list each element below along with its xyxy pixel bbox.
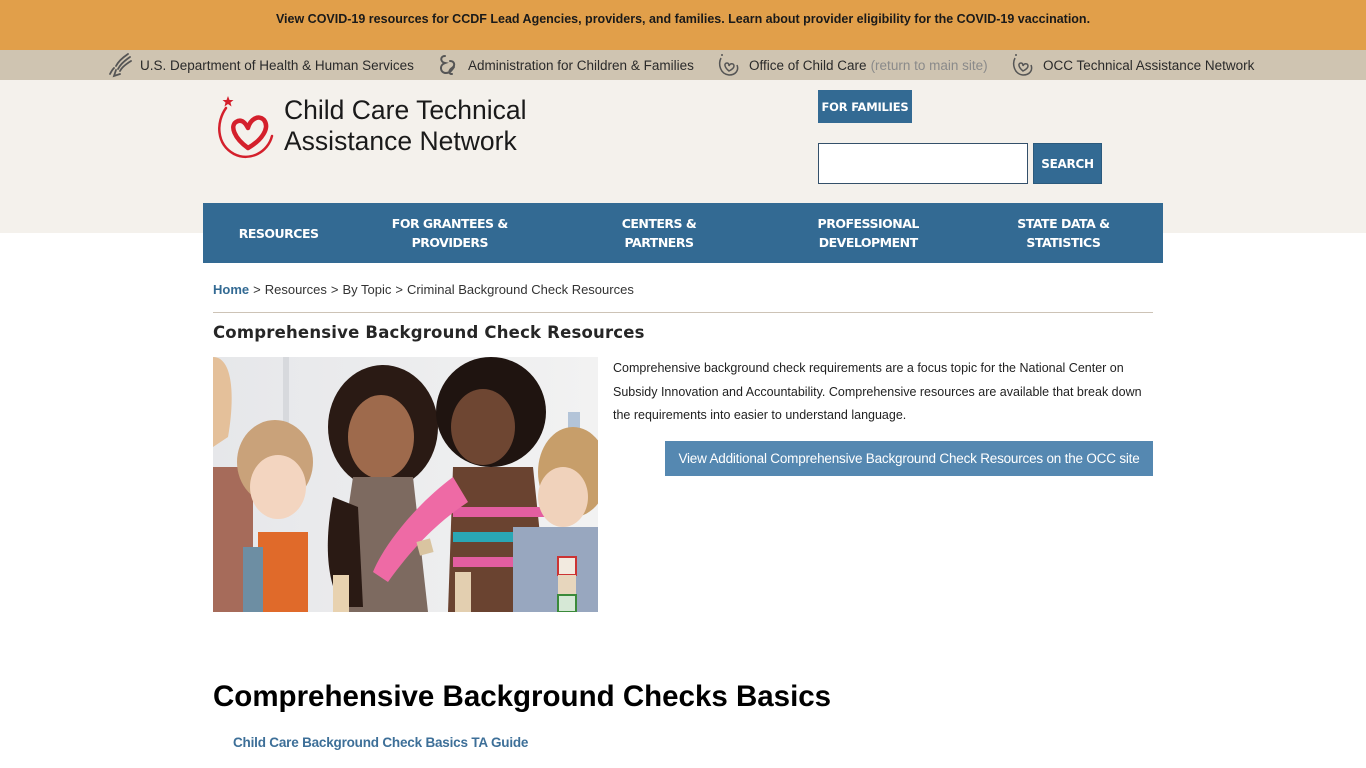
agency-link-occ[interactable]: Office of Child Care (return to main sit… <box>716 50 988 80</box>
breadcrumb-separator: > <box>395 282 403 297</box>
hero-image <box>213 357 598 612</box>
covid-alert-bar: View COVID-19 resources for CCDF Lead Ag… <box>0 0 1366 50</box>
agency-label: U.S. Department of Health & Human Servic… <box>140 57 414 73</box>
covid-alert-link[interactable]: View COVID-19 resources for CCDF Lead Ag… <box>276 12 1090 26</box>
breadcrumb-resources: Resources <box>264 282 327 297</box>
return-to-main-site: (return to main site) <box>870 57 988 73</box>
breadcrumb-separator: > <box>330 282 339 297</box>
logo-text: Child Care Technical Assistance Network <box>284 95 527 157</box>
agency-link-occ-ta-network[interactable]: OCC Technical Assistance Network <box>1010 50 1254 80</box>
nav-resources[interactable]: RESOURCES <box>203 203 354 263</box>
agency-link-acf[interactable]: Administration for Children & Families <box>436 50 694 80</box>
nav-state-data-statistics[interactable]: STATE DATA & STATISTICS <box>964 203 1163 263</box>
breadcrumb-divider <box>213 312 1153 313</box>
nav-centers-partners[interactable]: CENTERS & PARTNERS <box>545 203 772 263</box>
basics-heading: Comprehensive Background Checks Basics <box>213 680 832 713</box>
agency-link-hhs[interactable]: U.S. Department of Health & Human Servic… <box>108 50 414 80</box>
search-button[interactable]: SEARCH <box>1033 143 1102 184</box>
hhs-eagle-icon <box>109 53 132 78</box>
for-families-button[interactable]: FOR FAMILIES <box>818 90 912 123</box>
breadcrumb-by-topic: By Topic <box>342 282 392 297</box>
agency-label: OCC Technical Assistance Network <box>1043 57 1255 73</box>
section-title: Comprehensive Background Check Resources <box>213 323 645 342</box>
classroom-photo <box>213 357 598 612</box>
breadcrumb-current: Criminal Background Check Resources <box>406 282 634 297</box>
site-logo[interactable]: Child Care Technical Assistance Network <box>212 92 527 160</box>
intro-paragraph: Comprehensive background check requireme… <box>613 361 1142 422</box>
main-nav: RESOURCES FOR GRANTEES & PROVIDERS CENTE… <box>203 203 1163 263</box>
search-input[interactable] <box>818 143 1028 184</box>
breadcrumb-separator: > <box>253 282 261 297</box>
agency-bar: U.S. Department of Health & Human Servic… <box>0 50 1366 80</box>
acf-logo-icon <box>440 55 456 75</box>
occ-heart-icon <box>1012 54 1033 76</box>
breadcrumb: Home > Resources > By Topic > Criminal Backgro… <box>213 282 634 297</box>
ta-guide-link[interactable]: Child Care Background Check Basics TA Gu… <box>233 735 528 750</box>
nav-for-grantees-providers[interactable]: FOR GRANTEES & PROVIDERS <box>354 203 545 263</box>
agency-label: Administration for Children & Families <box>468 57 694 73</box>
occ-heart-icon <box>718 54 739 76</box>
view-occ-resources-button[interactable]: View Additional Comprehensive Background… <box>665 441 1153 476</box>
heart-star-logo-icon <box>218 96 274 159</box>
nav-professional-development[interactable]: PROFESSIONAL DEVELOPMENT <box>773 203 964 263</box>
breadcrumb-home[interactable]: Home <box>213 282 249 297</box>
agency-label: Office of Child Care <box>749 57 867 73</box>
logo-line-2: Assistance Network <box>284 126 517 156</box>
logo-line-1: Child Care Technical <box>284 95 527 125</box>
